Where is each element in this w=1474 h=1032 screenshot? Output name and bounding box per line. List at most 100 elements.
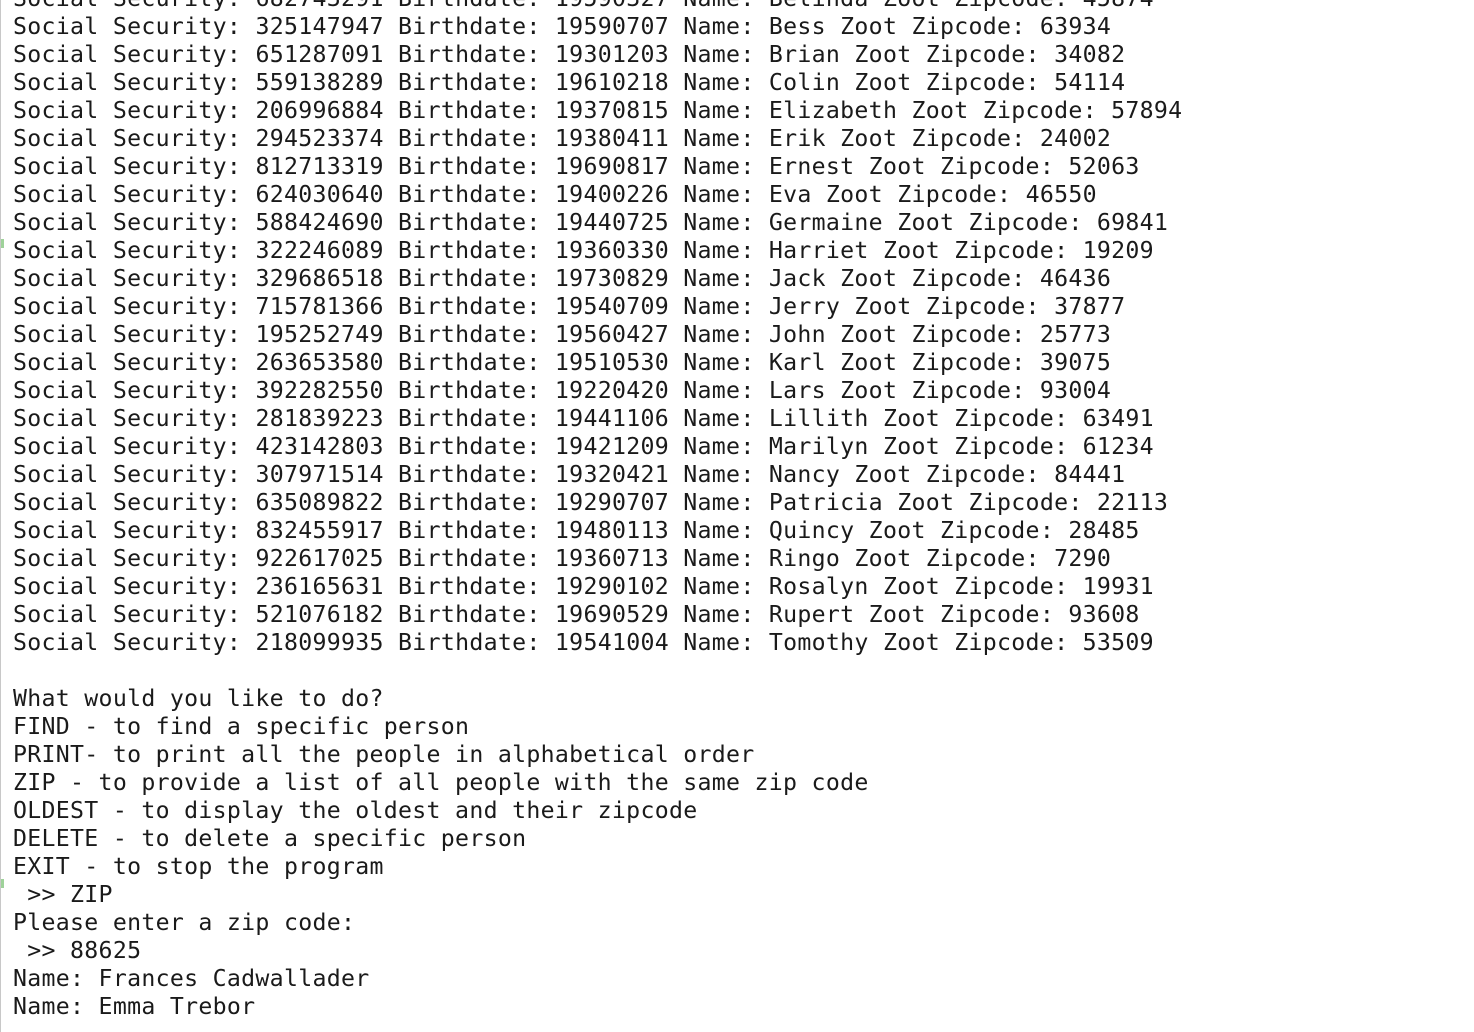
birthdate-value: 19610218: [554, 69, 670, 96]
zipcode-value: 63934: [1039, 13, 1112, 40]
zipcode-value: 52063: [1068, 153, 1140, 180]
record-line: Social Security: 559138289 Birthdate: 19…: [13, 69, 1453, 97]
birthdate-label: Birthdate:: [398, 405, 541, 432]
zipcode-value: 69841: [1096, 209, 1169, 236]
name-label: Name:: [683, 629, 755, 656]
birthdate-value: 19370815: [554, 97, 670, 124]
ssn-label: Social Security:: [13, 601, 242, 628]
zipcode-label: Zipcode:: [940, 517, 1055, 544]
name-label: Name:: [683, 97, 755, 124]
ssn-value: 263653580: [255, 349, 384, 376]
ssn-value: 559138289: [255, 69, 384, 96]
zipcode-value: 46550: [1025, 181, 1097, 208]
name-label: Name:: [683, 545, 755, 572]
zipcode-label: Zipcode:: [911, 377, 1026, 404]
zipcode-value: 24002: [1039, 125, 1112, 152]
menu-option: EXIT - to stop the program: [13, 853, 384, 880]
record-line: Social Security: 624030640 Birthdate: 19…: [13, 181, 1453, 209]
name-label: Name:: [683, 601, 755, 628]
ssn-value: 812713319: [255, 153, 384, 180]
record-line: Social Security: 922617025 Birthdate: 19…: [13, 545, 1453, 573]
zipcode-value: 57894: [1111, 97, 1183, 124]
record-line: Social Security: 325147947 Birthdate: 19…: [13, 13, 1453, 41]
birthdate-value: 19540709: [554, 293, 670, 320]
record-line: Social Security: 423142803 Birthdate: 19…: [13, 433, 1453, 461]
record-line: Social Security: 521076182 Birthdate: 19…: [13, 601, 1453, 629]
name-value: Elizabeth Zoot: [768, 97, 969, 124]
zipcode-value: 93608: [1068, 601, 1140, 628]
record-line: Social Security: 392282550 Birthdate: 19…: [13, 377, 1453, 405]
birthdate-label: Birthdate:: [398, 237, 541, 264]
ssn-label: Social Security:: [13, 97, 242, 124]
name-value: Lillith Zoot: [768, 405, 940, 432]
birthdate-value: 19690529: [554, 601, 670, 628]
ssn-label: Social Security:: [13, 433, 242, 460]
zipcode-value: 37877: [1054, 293, 1126, 320]
line-marker: [1, 239, 4, 248]
zipcode-label: Zipcode:: [954, 433, 1069, 460]
menu-option: ZIP - to provide a list of all people wi…: [13, 769, 869, 796]
ssn-value: 307971514: [255, 461, 384, 488]
birthdate-label: Birthdate:: [398, 209, 541, 236]
record-line: Social Security: 322246089 Birthdate: 19…: [13, 237, 1453, 265]
birthdate-value: 19421209: [554, 433, 670, 460]
birthdate-label: Birthdate:: [398, 433, 541, 460]
birthdate-value: 19590327: [555, 0, 669, 12]
record-line: Social Security: 832455917 Birthdate: 19…: [13, 517, 1453, 545]
ssn-label: Social Security:: [13, 545, 242, 572]
ssn-value: 322246089: [255, 237, 384, 264]
ssn-value: 329686518: [255, 265, 384, 292]
result-line: Name: Frances Cadwallader: [13, 965, 370, 992]
name-value: John Zoot: [768, 321, 898, 348]
terminal-window[interactable]: Social Security: 682743291 Birthdate: 19…: [0, 0, 1474, 1032]
menu-options: FIND - to find a specific person PRINT- t…: [13, 713, 1453, 881]
name-label: Name:: [683, 349, 755, 376]
ssn-label: Social Security:: [13, 265, 242, 292]
zipcode-label: Zipcode:: [925, 41, 1040, 68]
birthdate-label: Birthdate:: [398, 153, 541, 180]
name-value: Germaine Zoot: [768, 209, 955, 236]
name-value: Tomothy Zoot: [768, 629, 940, 656]
birthdate-label: Birthdate:: [398, 0, 541, 12]
name-label: Name:: [683, 517, 755, 544]
name-value: Karl Zoot: [768, 349, 898, 376]
name-label: Name:: [683, 41, 755, 68]
zipcode-value: 34082: [1054, 41, 1126, 68]
zipcode-value: 46436: [1039, 265, 1112, 292]
name-value: Ringo Zoot: [768, 545, 912, 572]
name-value: Erik Zoot: [768, 125, 898, 152]
birthdate-label: Birthdate:: [398, 573, 541, 600]
zipcode-label: Zipcode:: [968, 209, 1083, 236]
name-value: Eva Zoot: [768, 181, 883, 208]
name-label: Name:: [683, 489, 755, 516]
name-label: Name:: [683, 209, 755, 236]
zipcode-value: 53509: [1082, 629, 1154, 656]
birthdate-value: 19290102: [554, 573, 670, 600]
record-line: Social Security: 812713319 Birthdate: 19…: [13, 153, 1453, 181]
name-label: Name:: [683, 237, 755, 264]
ssn-value: 392282550: [255, 377, 384, 404]
name-label: Name:: [683, 265, 755, 292]
birthdate-value: 19441106: [554, 405, 670, 432]
ssn-label: Social Security:: [13, 573, 242, 600]
name-label: Name:: [683, 433, 755, 460]
ssn-value: 624030640: [255, 181, 384, 208]
name-label: Name:: [683, 573, 755, 600]
birthdate-label: Birthdate:: [398, 69, 541, 96]
name-label: Name:: [683, 377, 755, 404]
birthdate-label: Birthdate:: [398, 461, 541, 488]
ssn-value: 294523374: [255, 125, 384, 152]
zipcode-label: Zipcode:: [911, 265, 1026, 292]
zipcode-value: 39075: [1039, 349, 1112, 376]
name-label: Name:: [683, 461, 755, 488]
ssn-label: Social Security:: [13, 0, 241, 12]
zipcode-value: 22113: [1096, 489, 1169, 516]
zipcode-value: 61234: [1082, 433, 1154, 460]
name-label: Name:: [683, 405, 755, 432]
birthdate-value: 19360330: [554, 237, 670, 264]
name-value: Ernest Zoot: [768, 153, 926, 180]
zipcode-label: Zipcode:: [940, 153, 1055, 180]
name-value: Jack Zoot: [768, 265, 898, 292]
ssn-value: 206996884: [255, 97, 384, 124]
